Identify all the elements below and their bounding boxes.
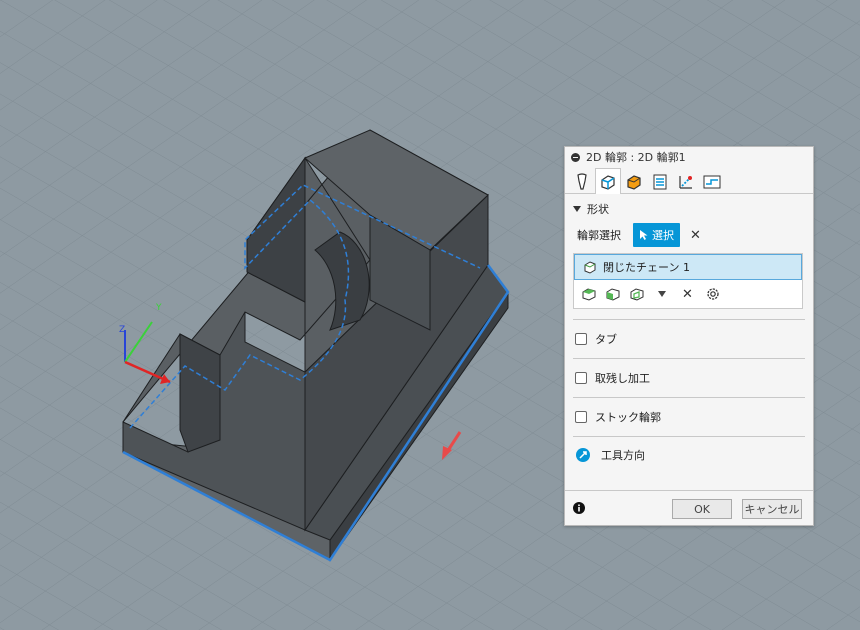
face-select-icon[interactable] bbox=[604, 286, 622, 302]
select-button-label: 選択 bbox=[652, 229, 674, 242]
dropdown-arrow-icon[interactable] bbox=[658, 291, 666, 297]
profile-icon bbox=[703, 175, 721, 188]
rest-machining-label: 取残し加工 bbox=[595, 372, 650, 385]
tool-orientation-label: 工具方向 bbox=[601, 449, 645, 462]
gear-icon[interactable] bbox=[705, 286, 721, 302]
tab-profile[interactable] bbox=[699, 169, 725, 193]
section-shape-header[interactable]: 形状 bbox=[565, 198, 813, 220]
chain-icon bbox=[584, 261, 596, 274]
slot-wall-front bbox=[179, 333, 221, 453]
z-axis-label: Z bbox=[119, 325, 125, 335]
rest-machining-row[interactable]: 取残し加工 bbox=[565, 359, 813, 397]
tab-checkbox[interactable] bbox=[575, 333, 587, 345]
tab-tool[interactable] bbox=[569, 169, 595, 193]
dialog-footer: OK キャンセル bbox=[565, 490, 813, 525]
dialog-tabs bbox=[565, 167, 813, 194]
tab-option-label: タブ bbox=[595, 333, 617, 346]
ok-button[interactable]: OK bbox=[672, 499, 732, 519]
dialog-titlebar[interactable]: 2D 輪郭 : 2D 輪郭1 bbox=[565, 147, 813, 167]
stock-contours-checkbox[interactable] bbox=[575, 411, 587, 423]
contour-select-row: 輪郭選択 選択 ✕ bbox=[565, 220, 813, 250]
contour-select-label: 輪郭選択 bbox=[577, 229, 621, 242]
tab-heights[interactable] bbox=[621, 169, 647, 193]
tool-orientation-icon bbox=[576, 448, 590, 462]
tab-option-row[interactable]: タブ bbox=[565, 320, 813, 358]
tool-orientation-row[interactable]: 工具方向 bbox=[565, 437, 813, 473]
rest-machining-checkbox[interactable] bbox=[575, 372, 587, 384]
tab-passes[interactable] bbox=[647, 169, 673, 193]
expand-triangle-icon bbox=[573, 206, 581, 212]
chain-select-icon[interactable] bbox=[580, 286, 598, 302]
cancel-button[interactable]: キャンセル bbox=[742, 499, 802, 519]
2d-contour-dialog[interactable]: 2D 輪郭 : 2D 輪郭1 形状 輪郭選択 選択 ✕ 閉じたチェーン 1 ✕ … bbox=[564, 146, 814, 526]
chain-toolbar: ✕ bbox=[574, 280, 802, 308]
dialog-title: 2D 輪郭 : 2D 輪郭1 bbox=[586, 151, 686, 164]
passes-icon bbox=[653, 174, 667, 189]
clear-selection-button[interactable]: ✕ bbox=[690, 228, 701, 243]
select-button[interactable]: 選択 bbox=[633, 223, 680, 247]
geometry-icon bbox=[601, 174, 615, 190]
stock-contours-row[interactable]: ストック輪郭 bbox=[565, 398, 813, 436]
tool-icon bbox=[577, 172, 587, 190]
linking-icon bbox=[679, 175, 692, 189]
heights-icon bbox=[627, 174, 641, 190]
chain-list: 閉じたチェーン 1 ✕ bbox=[573, 253, 803, 309]
tab-linking[interactable] bbox=[673, 169, 699, 193]
chain-item-label: 閉じたチェーン 1 bbox=[603, 261, 690, 274]
cursor-icon bbox=[640, 230, 648, 240]
info-icon[interactable] bbox=[573, 502, 585, 514]
remove-chain-button[interactable]: ✕ bbox=[682, 287, 693, 302]
stock-contours-label: ストック輪郭 bbox=[595, 411, 661, 424]
collapse-icon[interactable] bbox=[571, 152, 580, 162]
silhouette-select-icon[interactable] bbox=[628, 286, 646, 302]
chain-list-item[interactable]: 閉じたチェーン 1 bbox=[574, 254, 802, 280]
y-axis-label: Y bbox=[155, 303, 162, 313]
tab-geometry[interactable] bbox=[595, 168, 621, 194]
section-shape-label: 形状 bbox=[587, 203, 609, 216]
